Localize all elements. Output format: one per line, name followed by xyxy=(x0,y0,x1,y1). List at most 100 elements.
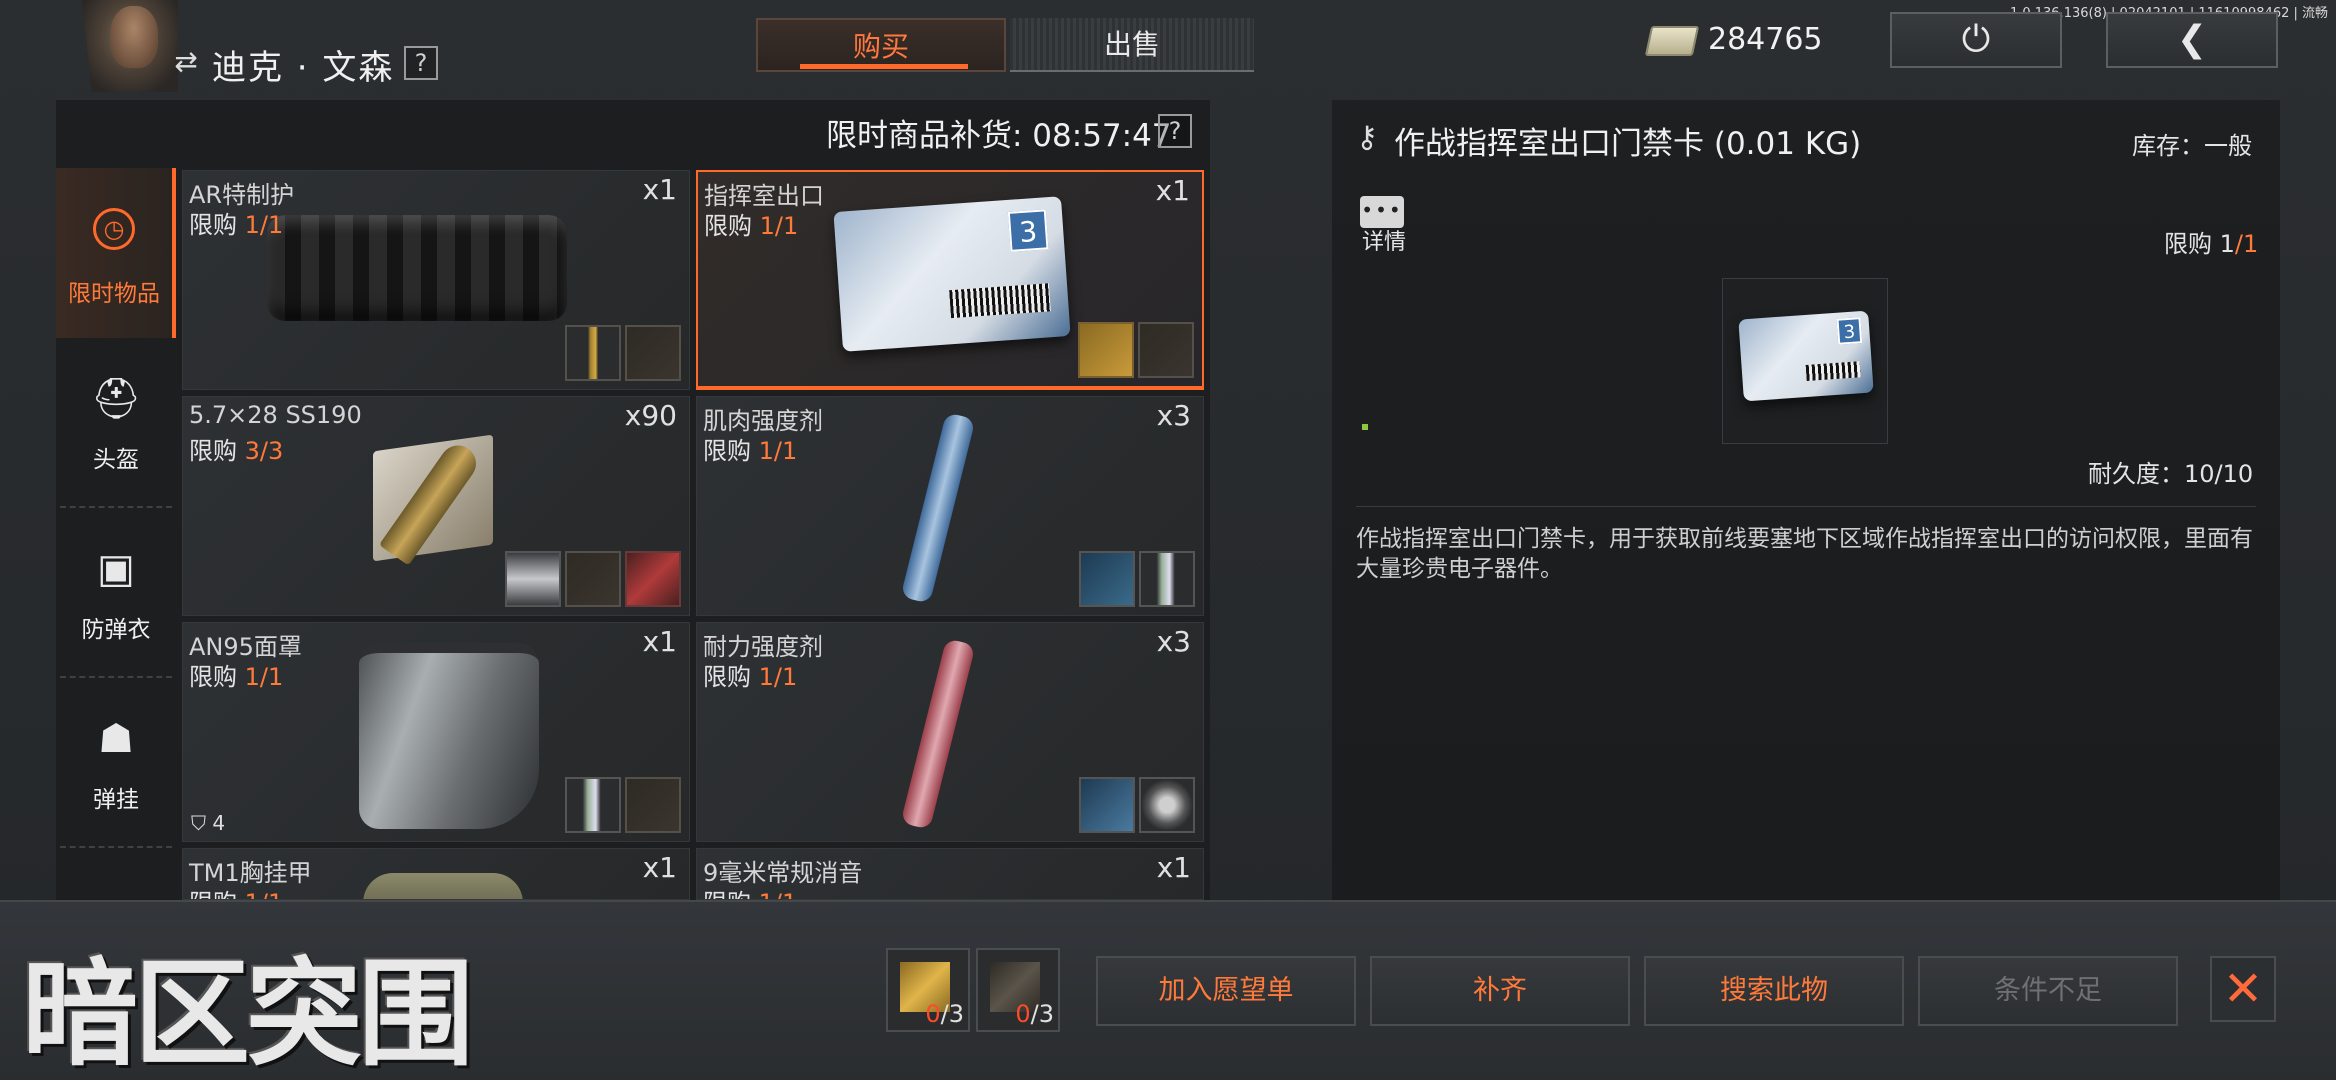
detail-title: 作战指挥室出口门禁卡 (0.01 KG) xyxy=(1394,126,1862,162)
item-limit-value: 1/1 xyxy=(244,211,284,239)
power-button[interactable]: ⏻ xyxy=(1890,12,2062,68)
category-chest-rig[interactable]: ☗ 弹挂 xyxy=(56,678,176,848)
detail-limit-value: 1 xyxy=(2219,230,2235,258)
item-description: 作战指挥室出口门禁卡，用于获取前线要塞地下区域作战指挥室出口的访问权限，里面有大… xyxy=(1356,526,2253,582)
back-button[interactable]: ❮ xyxy=(2106,12,2278,68)
details-label[interactable]: 详情 xyxy=(1362,224,1406,256)
slot-count: 0/3 xyxy=(925,1000,964,1028)
detail-divider xyxy=(1356,506,2256,507)
status-dot xyxy=(1362,424,1368,430)
helmet-icon: ⛑ xyxy=(90,376,142,422)
swap-character-icon[interactable]: ⇄ xyxy=(170,46,202,78)
chest-rig-icon: ☗ xyxy=(98,716,134,762)
item-limit-prefix: 限购 xyxy=(703,437,759,465)
item-quantity: x1 xyxy=(642,173,677,206)
item-limit-prefix: 限购 xyxy=(189,211,245,239)
back-arrow-icon: ❮ xyxy=(2176,19,2208,60)
item-quantity: x1 xyxy=(1155,174,1190,207)
armor-class-badge: ⛉ 4 xyxy=(191,811,225,835)
category-label: 限时物品 xyxy=(68,281,160,307)
category-limited[interactable]: ◷ 限时物品 xyxy=(56,168,176,338)
shop-item-9mm-suppressor[interactable]: 9毫米常规消音 限购 1/1 x1 xyxy=(696,848,1204,900)
item-preview: 3 xyxy=(1722,278,1888,444)
detail-limit-total: /1 xyxy=(2234,230,2259,258)
armor-class-value: 4 xyxy=(212,811,226,835)
item-quantity: x1 xyxy=(642,851,677,884)
item-limit-prefix: 限购 xyxy=(703,663,759,691)
cost-item-slot xyxy=(1078,322,1134,378)
vest-icon: ▣ xyxy=(97,546,135,592)
required-key-slot-dark[interactable]: 0/3 xyxy=(976,948,1060,1032)
cost-item-slot xyxy=(1139,551,1195,607)
restock-help-button[interactable]: ? xyxy=(1158,114,1192,148)
shop-item-ammo[interactable]: 5.7×28 SS190 限购 3/3 x90 xyxy=(182,396,690,616)
cost-item-slot xyxy=(565,777,621,833)
replenish-button[interactable]: 补齐 xyxy=(1370,956,1630,1026)
shop-item-muscle-booster[interactable]: 肌肉强度剂 限购 1/1 x3 xyxy=(696,396,1204,616)
slot-count-total: /3 xyxy=(1030,1000,1054,1028)
game-logo: 暗区突围 xyxy=(22,947,474,1080)
barcode xyxy=(949,283,1051,319)
character-help-button[interactable]: ? xyxy=(404,46,438,80)
character-name: 迪克 · 文森 xyxy=(212,48,395,88)
slot-count-total: /3 xyxy=(940,1000,964,1028)
item-quantity: x1 xyxy=(1156,851,1191,884)
add-to-wishlist-button[interactable]: 加入愿望单 xyxy=(1096,956,1356,1026)
item-limit: 限购 1/1 xyxy=(703,431,797,466)
detail-purchase-limit: 限购 1/1 xyxy=(2164,224,2258,259)
shop-item-stamina-booster[interactable]: 耐力强度剂 限购 1/1 x3 xyxy=(696,622,1204,842)
category-label: 防弹衣 xyxy=(81,617,151,643)
category-label: 弹挂 xyxy=(93,787,139,813)
shield-icon: ⛉ xyxy=(191,811,206,835)
close-icon: ✕ xyxy=(2222,961,2264,1017)
item-limit-prefix: 限购 xyxy=(703,889,759,899)
item-limit-value: 1/1 xyxy=(244,663,284,691)
tab-sell[interactable]: 出售 xyxy=(1010,18,1254,72)
card-level-badge: 3 xyxy=(1007,209,1049,252)
item-image: 3 xyxy=(833,196,1071,352)
item-limit-value: 1/1 xyxy=(758,663,798,691)
item-detail-panel xyxy=(1332,100,2280,900)
shop-item-tm1-rig[interactable]: TM1胸挂甲 限购 1/1 x1 xyxy=(182,848,690,900)
cash-icon xyxy=(1644,26,1700,56)
slot-count-have: 0 xyxy=(925,1000,941,1028)
shop-item-ar-guard[interactable]: AR特制护 限购 1/1 x1 xyxy=(182,170,690,390)
item-quantity: x3 xyxy=(1156,399,1191,432)
item-name: 5.7×28 SS190 xyxy=(189,401,362,429)
item-limit-value: 1/1 xyxy=(245,889,284,899)
item-limit-value: 1/1 xyxy=(759,889,798,899)
item-limit-value: 3/3 xyxy=(244,437,284,465)
durability: 耐久度：10/10 xyxy=(2088,460,2254,488)
cost-item-slot xyxy=(505,551,561,607)
close-button[interactable]: ✕ xyxy=(2210,956,2276,1022)
slot-count-have: 0 xyxy=(1015,1000,1031,1028)
restock-timer: 限时商品补货: 08:57:47 xyxy=(826,118,1172,154)
shop-item-an95-mask[interactable]: AN95面罩 限购 1/1 x1 ⛉ 4 xyxy=(182,622,690,842)
cost-item-slot xyxy=(1079,551,1135,607)
cost-item-slot xyxy=(565,551,621,607)
category-divider xyxy=(60,846,172,848)
cost-item-slot xyxy=(625,551,681,607)
cost-item-slot xyxy=(1139,777,1195,833)
character-portrait xyxy=(110,6,158,68)
detail-limit-prefix: 限购 xyxy=(2164,230,2220,258)
category-helmet[interactable]: ⛑ 头盔 xyxy=(56,338,176,508)
item-limit: 限购 1/1 xyxy=(189,883,284,899)
item-image xyxy=(900,412,976,604)
item-limit-prefix: 限购 xyxy=(189,663,245,691)
search-item-button[interactable]: 搜索此物 xyxy=(1644,956,1904,1026)
shop-item-command-exit[interactable]: 3 指挥室出口 限购 1/1 x1 xyxy=(696,170,1204,390)
stock-status: 库存：一般 xyxy=(2132,132,2252,160)
item-limit: 限购 1/1 xyxy=(703,883,798,899)
item-image xyxy=(363,873,523,899)
item-limit-prefix: 限购 xyxy=(189,889,245,899)
item-quantity: x1 xyxy=(642,625,677,658)
key-icon: ⚷ xyxy=(1356,120,1378,155)
item-image xyxy=(267,215,567,321)
item-image xyxy=(359,643,539,829)
item-limit: 限购 1/1 xyxy=(189,657,283,692)
cost-item-slot xyxy=(565,325,621,381)
cost-item-slot xyxy=(1138,322,1194,378)
required-key-slot-gold[interactable]: 0/3 xyxy=(886,948,970,1032)
category-armor[interactable]: ▣ 防弹衣 xyxy=(56,508,176,678)
